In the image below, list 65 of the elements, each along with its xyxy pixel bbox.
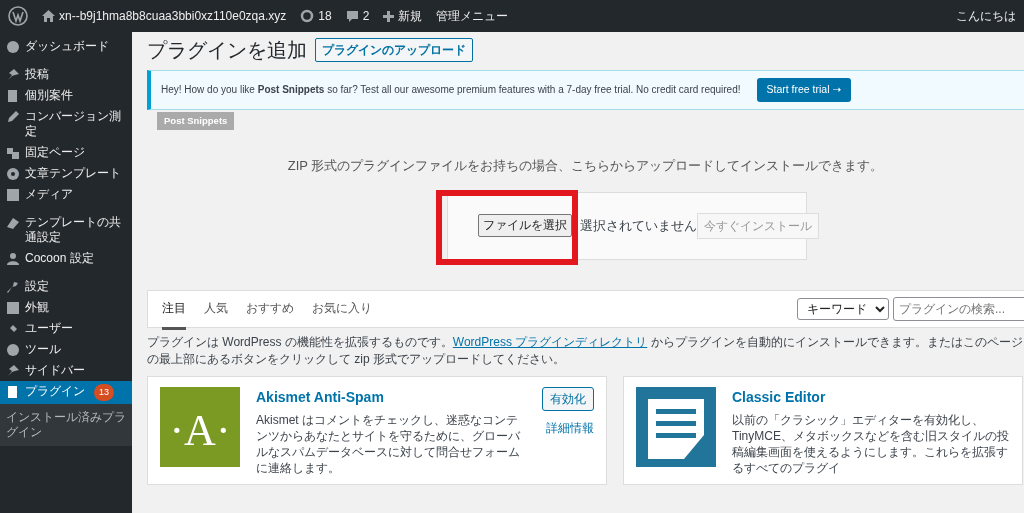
choose-file-button[interactable]: ファイルを選択 <box>478 213 572 238</box>
search-field[interactable]: プラグインの検索... <box>893 296 1024 321</box>
plus-icon <box>383 10 395 22</box>
directory-link[interactable]: WordPress プラグインディレクトリ <box>452 334 648 349</box>
page-title: プラグインを追加 <box>147 38 307 62</box>
site-link[interactable]: xn--b9j1hma8b8cuaa3bbi0xz110e0zqa.xyz <box>42 7 287 25</box>
upload-plugin-button[interactable]: プラグインのアップロード <box>315 38 473 62</box>
sidebar-item[interactable]: ダッシュボード <box>0 36 132 57</box>
filter-tab[interactable]: おすすめ <box>246 287 294 330</box>
notice-text: Hey! How do you like Post Snippets so far? Test all our awesome premium features with a 7-day free trial. No credit card required! <box>161 83 741 98</box>
sidebar-item[interactable]: 個別案件 <box>0 85 132 106</box>
plugin-description: Akismet はコメントをチェックし、迷惑なコンテンツからあなたとサイトを守るために、グローバルなスパムデータベースに対して問合せフォームに連絡します。 <box>256 411 521 476</box>
menu-item-icon <box>6 68 20 82</box>
menu-item-icon <box>6 343 20 357</box>
greeting-link[interactable]: こんにちは <box>956 7 1016 25</box>
sidebar-item[interactable]: 文章テンプレート <box>0 163 132 184</box>
comment-icon <box>345 9 359 23</box>
sidebar-item[interactable]: コンバージョン測定 <box>0 106 132 142</box>
file-status: 選択されていません <box>580 216 697 235</box>
sidebar-item[interactable]: プラグイン 13 <box>0 381 132 404</box>
menu-item-icon <box>6 385 20 399</box>
sidebar-item[interactable]: サイドバー <box>0 360 132 381</box>
sidebar-item[interactable]: Cocoon 設定 <box>0 248 132 269</box>
plugin-description: 以前の「クラシック」エディターを有効化し、TinyMCE、メタボックスなどを含む旧スタイルの投稿編集画面を使えるようにします。これらを拡張するすべてのプラグイ <box>732 411 1010 476</box>
plugin-tag: Post Snippets <box>157 111 235 130</box>
menu-item-icon <box>6 364 20 378</box>
menu-item-icon <box>6 40 20 54</box>
details-link[interactable]: 詳細情報 <box>546 418 594 437</box>
menu-item-icon <box>6 89 20 103</box>
refresh-icon <box>300 9 315 23</box>
filter-tab[interactable]: 注目 <box>162 287 186 330</box>
menu-item-icon <box>6 146 20 160</box>
logo-icon[interactable] <box>8 6 28 26</box>
search-type-select[interactable]: キーワード <box>797 297 889 320</box>
menu-item-icon <box>6 252 20 266</box>
activate-button[interactable]: 有効化 <box>542 386 594 411</box>
menu-item-icon <box>6 216 20 230</box>
count-badge: 13 <box>94 384 114 401</box>
menu-item-icon <box>6 110 20 124</box>
upload-instructions: ZIP 形式のプラグインファイルをお持ちの場合、こちらからアップロードしてインストールできます。 <box>286 157 885 175</box>
sidebar-item[interactable]: 外観 <box>0 297 132 318</box>
plugin-name[interactable]: Akismet Anti-Spam <box>256 388 384 405</box>
filter-tab[interactable]: お気に入り <box>312 287 372 330</box>
sidebar-item[interactable]: テンプレートの共通設定 <box>0 212 132 248</box>
menu-item-icon <box>6 188 20 202</box>
sidebar-item[interactable]: 設定 <box>0 276 132 297</box>
sidebar-item[interactable]: ユーザー <box>0 318 132 339</box>
menu-item-icon <box>6 167 20 181</box>
sidebar-item[interactable]: メディア <box>0 184 132 205</box>
sidebar-item[interactable]: 投稿 <box>0 64 132 85</box>
menu-item-icon <box>6 280 20 294</box>
comments-link[interactable]: 2 <box>345 7 370 25</box>
plugin-name[interactable]: Classic Editor <box>732 388 826 405</box>
menu-item-icon <box>6 301 20 315</box>
admin-menu-link[interactable]: 管理メニュー <box>436 7 509 25</box>
sidebar-item[interactable]: ツール <box>0 339 132 360</box>
document-icon <box>636 386 716 467</box>
sidebar-item[interactable]: 固定ページ <box>0 142 132 163</box>
updates-link[interactable]: 18 <box>300 7 332 25</box>
new-link[interactable]: 新規 <box>383 7 423 25</box>
plugin-logo: ·A· <box>160 386 240 467</box>
start-trial-button[interactable]: Start free trial ➝ <box>756 78 852 102</box>
home-icon <box>42 10 55 22</box>
intro-text: プラグインは WordPress の機能性を拡張するものです。WordPress プラグインディレクトリ からプラグインを自動的にインストールできます。またはこのページの最上部にあるボタンをクリックして zip 形式でアップロードしてください。 <box>147 333 1024 368</box>
filter-tab[interactable]: 人気 <box>204 287 228 330</box>
